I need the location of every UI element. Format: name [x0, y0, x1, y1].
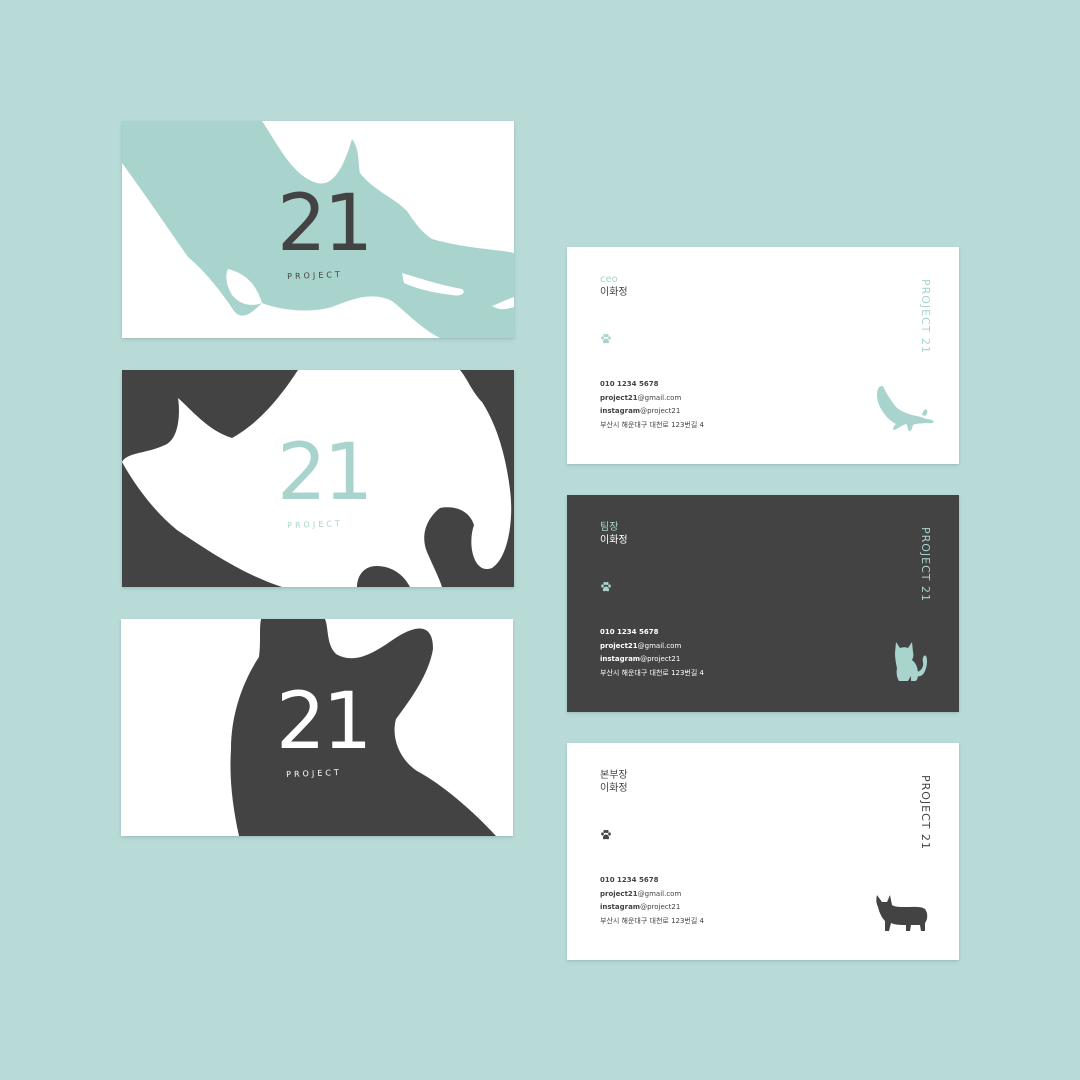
phone-number: 010 1234 5678 — [600, 380, 659, 388]
instagram-label: instagram — [600, 655, 641, 663]
card-number: 21 — [277, 428, 373, 518]
person-name: 이화정 — [600, 783, 628, 794]
job-title: ceo — [600, 274, 618, 285]
contact-info: 010 1234 5678 project21@gmail.com instag… — [600, 378, 704, 432]
phone-number: 010 1234 5678 — [600, 628, 659, 636]
brand-vertical: PROJECT 21 — [919, 279, 932, 355]
job-title: 본부장 — [600, 770, 628, 781]
person-name: 이화정 — [600, 287, 628, 298]
sitting-cat-icon — [895, 642, 928, 681]
brand-vertical: PROJECT 21 — [919, 527, 932, 603]
business-card-back-2: 팀장 이화정 010 1234 5678 project21@gmail.com… — [567, 495, 959, 712]
paw-icon — [601, 829, 611, 840]
business-card-back-3: 본부장 이화정 010 1234 5678 project21@gmail.co… — [567, 743, 959, 960]
corgi-dog-icon — [876, 895, 928, 931]
instagram-label: instagram — [600, 903, 641, 911]
address: 부산시 해운대구 대천로 123번길 4 — [600, 916, 704, 925]
instagram-handle: @project21 — [640, 903, 681, 911]
paw-icon — [601, 333, 611, 344]
email-domain: @gmail.com — [637, 393, 682, 402]
email-user: project21 — [600, 889, 638, 898]
person-name: 이화정 — [600, 535, 628, 546]
instagram-handle: @project21 — [640, 655, 681, 663]
instagram-label: instagram — [600, 407, 641, 415]
address: 부산시 해운대구 대천로 123번길 4 — [600, 420, 704, 429]
email-domain: @gmail.com — [637, 641, 682, 650]
brand-vertical: PROJECT 21 — [919, 775, 932, 851]
phone-number: 010 1234 5678 — [600, 876, 659, 884]
card-number: 21 — [276, 677, 372, 767]
contact-info: 010 1234 5678 project21@gmail.com instag… — [600, 626, 704, 680]
business-card-front-2: 21 PROJECT — [122, 370, 514, 587]
email-domain: @gmail.com — [637, 889, 682, 898]
address: 부산시 해운대구 대천로 123번길 4 — [600, 668, 704, 677]
business-card-front-3: 21 PROJECT — [121, 619, 513, 836]
paw-icon — [601, 581, 611, 592]
stretching-cat-icon — [876, 385, 934, 431]
email-user: project21 — [600, 393, 638, 402]
job-title: 팀장 — [600, 522, 619, 533]
instagram-handle: @project21 — [640, 407, 681, 415]
business-card-back-1: ceo 이화정 010 1234 5678 project21@gmail.co… — [567, 247, 959, 464]
card-number: 21 — [277, 179, 373, 269]
contact-info: 010 1234 5678 project21@gmail.com instag… — [600, 874, 704, 928]
email-user: project21 — [600, 641, 638, 650]
business-card-front-1: 21 PROJECT — [122, 121, 514, 338]
